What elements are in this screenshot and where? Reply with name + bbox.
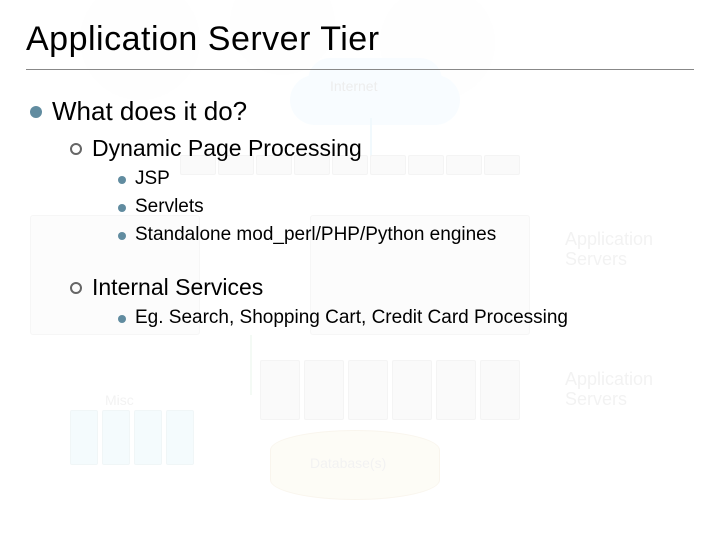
bullet-level2: Dynamic Page Processing	[70, 135, 694, 162]
bullet-dot-icon	[30, 106, 42, 118]
app-servers-label: Application Servers	[565, 370, 653, 410]
bullet-ring-icon	[70, 282, 82, 294]
database-icon	[270, 430, 440, 500]
misc-server-row	[70, 410, 194, 465]
databases-label: Database(s)	[310, 455, 386, 471]
bullet-dot-icon	[118, 315, 126, 323]
bullet-text: Standalone mod_perl/PHP/Python engines	[135, 224, 496, 246]
slide-title: Application Server Tier	[26, 20, 694, 59]
bullet-text: Servlets	[135, 196, 204, 218]
bullet-level2: Internal Services	[70, 274, 694, 301]
bullet-dot-icon	[118, 176, 126, 184]
bullet-dot-icon	[118, 232, 126, 240]
slide-content: Application Server Tier What does it do?…	[0, 0, 720, 329]
appserver-row	[260, 360, 520, 420]
misc-label: Misc	[105, 392, 134, 408]
bullet-text: Dynamic Page Processing	[92, 135, 362, 162]
bullet-level1: What does it do?	[30, 96, 694, 127]
bullet-level3: Servlets	[118, 196, 694, 218]
bullet-dot-icon	[118, 204, 126, 212]
bullet-ring-icon	[70, 143, 82, 155]
title-underline	[26, 69, 694, 70]
bullet-text: JSP	[135, 168, 170, 190]
bullet-text: Eg. Search, Shopping Cart, Credit Card P…	[135, 307, 568, 329]
bullet-level3: Standalone mod_perl/PHP/Python engines	[118, 224, 694, 246]
connector-line	[250, 335, 252, 395]
bullet-level3: Eg. Search, Shopping Cart, Credit Card P…	[118, 307, 694, 329]
bullet-text: What does it do?	[52, 96, 247, 127]
bullet-text: Internal Services	[92, 274, 263, 301]
title-block: Application Server Tier	[26, 20, 694, 70]
bullet-level3: JSP	[118, 168, 694, 190]
